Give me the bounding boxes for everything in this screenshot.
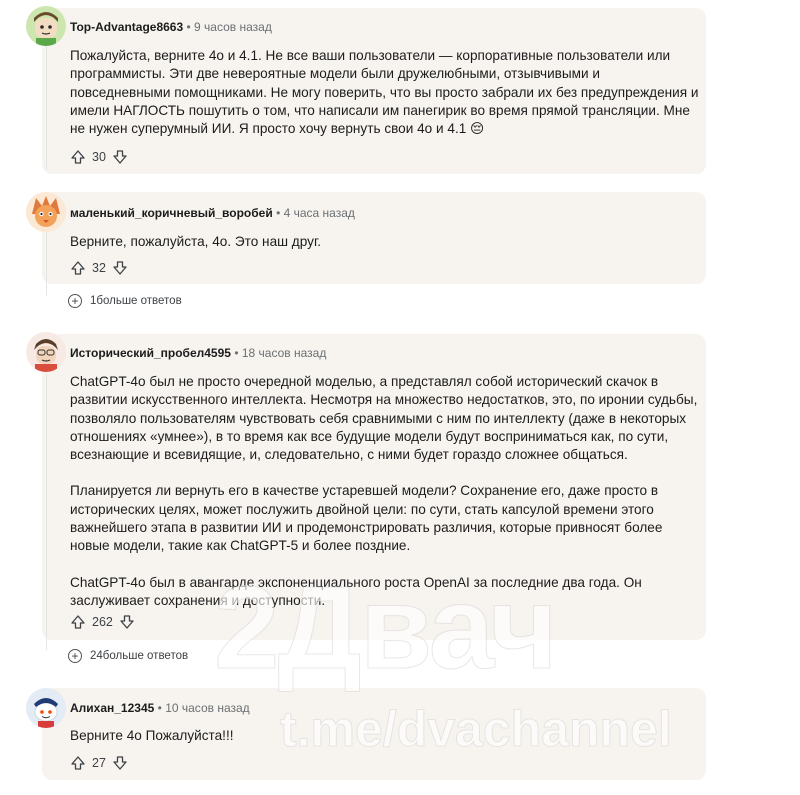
thread-line[interactable] (46, 374, 47, 650)
avatar[interactable] (26, 688, 66, 728)
plus-icon: + (68, 649, 82, 663)
separator-dot: • (276, 206, 281, 220)
comment-body: ChatGPT-4o был не просто очередной модел… (70, 373, 700, 620)
username[interactable]: маленький_коричневый_воробей (70, 206, 273, 220)
thread-line[interactable] (46, 232, 47, 296)
comment-body: Пожалуйста, верните 4о и 4.1. Не все ваш… (70, 47, 700, 148)
avatar[interactable] (26, 192, 66, 232)
vote-bar: 27 (70, 754, 128, 772)
downvote-icon[interactable] (112, 755, 128, 771)
downvote-icon[interactable] (112, 149, 128, 165)
comment-text: Верните, пожалуйста, 4о. Это наш друг. (70, 234, 322, 249)
vote-count: 27 (92, 756, 106, 770)
avatar[interactable] (26, 332, 66, 372)
comment-body: Верните, пожалуйста, 4о. Это наш друг. (70, 233, 700, 261)
vote-bar: 262 (70, 613, 135, 631)
comment-header: маленький_коричневый_воробей • 4 часа на… (70, 206, 355, 220)
comment-header: Алихан_12345 • 10 часов назад (70, 701, 250, 715)
comment-text: Верните 4о Пожалуйста!!! (70, 728, 234, 743)
plus-icon: + (68, 294, 82, 308)
comment-header: Исторический_пробел4595 • 18 часов назад (70, 346, 326, 360)
comment-header: Top-Advantage8663 • 9 часов назад (70, 20, 272, 34)
upvote-icon[interactable] (70, 149, 86, 165)
vote-bar: 32 (70, 259, 128, 277)
upvote-icon[interactable] (70, 260, 86, 276)
more-replies-button[interactable]: + 24больше ответов (68, 649, 188, 663)
separator-dot: • (234, 346, 239, 360)
avatar[interactable] (26, 6, 66, 46)
timestamp[interactable]: 9 часов назад (194, 20, 272, 34)
vote-count: 30 (92, 150, 106, 164)
upvote-icon[interactable] (70, 755, 86, 771)
username[interactable]: Top-Advantage8663 (70, 20, 183, 34)
comment-body: Верните 4о Пожалуйста!!! (70, 727, 700, 755)
comment-paragraph: Планируется ли вернуть его в качестве ус… (70, 483, 663, 554)
username[interactable]: Алихан_12345 (70, 701, 154, 715)
comment-text: Пожалуйста, верните 4о и 4.1. Не все ваш… (70, 48, 699, 137)
upvote-icon[interactable] (70, 614, 86, 630)
more-replies-button[interactable]: + 1больше ответов (68, 294, 182, 308)
vote-count: 32 (92, 261, 106, 275)
more-replies-label: 1больше ответов (90, 295, 182, 307)
thread-line[interactable] (46, 46, 47, 170)
username[interactable]: Исторический_пробел4595 (70, 346, 231, 360)
page: { "comments": [ { "username": "Top-Advan… (0, 0, 800, 795)
separator-dot: • (157, 701, 162, 715)
more-replies-label: 24больше ответов (90, 650, 189, 662)
comment-paragraph: ChatGPT-4o был не просто очередной модел… (70, 374, 698, 463)
timestamp[interactable]: 18 часов назад (242, 346, 326, 360)
vote-count: 262 (92, 615, 113, 629)
timestamp[interactable]: 10 часов назад (165, 701, 249, 715)
downvote-icon[interactable] (112, 260, 128, 276)
vote-bar: 30 (70, 148, 128, 166)
separator-dot: • (186, 20, 191, 34)
timestamp[interactable]: 4 часа назад (284, 206, 355, 220)
downvote-icon[interactable] (119, 614, 135, 630)
comment-paragraph: ChatGPT-4o был в авангарде экспоненциаль… (70, 574, 642, 608)
